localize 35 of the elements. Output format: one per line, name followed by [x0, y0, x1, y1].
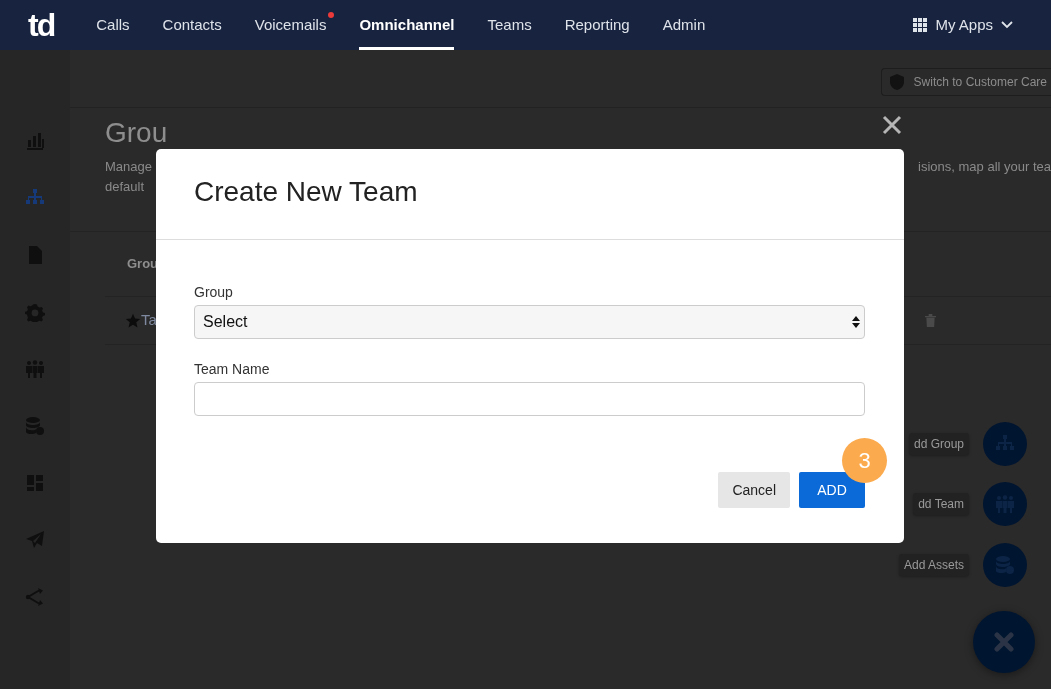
- apps-menu-link[interactable]: My Apps: [935, 13, 993, 37]
- shield-icon: [889, 74, 904, 90]
- input-field[interactable]: [194, 382, 865, 416]
- modal-title: Create New Team: [194, 175, 419, 209]
- step-badge: 3: [842, 438, 887, 483]
- sort-arrows-icon: [852, 316, 860, 328]
- settings-icon[interactable]: [25, 301, 45, 322]
- nav-tab[interactable]: Voicemails: [254, 0, 327, 50]
- logo: td: [28, 9, 55, 41]
- nav-tab[interactable]: Teams: [487, 0, 532, 50]
- group-select[interactable]: Select: [194, 305, 865, 339]
- nav-tab[interactable]: Reporting: [564, 0, 630, 50]
- nav-tab[interactable]: Contacts: [162, 0, 222, 50]
- send-icon[interactable]: [25, 529, 45, 550]
- description-text: default: [105, 177, 145, 196]
- close-icon: [994, 632, 1014, 652]
- description-text: Manage: [105, 157, 152, 176]
- switch-button[interactable]: Switch to Customer Care: [880, 68, 1051, 96]
- nav-tab[interactable]: Calls: [96, 0, 130, 50]
- action-label: dd Group: [908, 433, 969, 455]
- action-label: dd Team: [913, 493, 969, 515]
- add-button[interactable]: ADD: [799, 472, 865, 508]
- trash-icon[interactable]: [925, 314, 936, 327]
- chevron-down-icon[interactable]: [1001, 21, 1013, 29]
- page-title: Grou: [105, 118, 168, 149]
- database-icon[interactable]: [25, 415, 45, 436]
- table-cell-text: Ta: [141, 310, 157, 331]
- cancel-button[interactable]: Cancel: [718, 472, 790, 508]
- action-label: Add Assets: [898, 554, 969, 576]
- grid-icon[interactable]: [913, 18, 928, 32]
- branch-icon[interactable]: [25, 586, 45, 607]
- nav-tab[interactable]: Omnichannel: [359, 0, 455, 50]
- description-text: isions, map all your tea: [918, 157, 1051, 176]
- nav-tab[interactable]: Admin: [662, 0, 706, 50]
- field-label: Team Name: [194, 360, 271, 379]
